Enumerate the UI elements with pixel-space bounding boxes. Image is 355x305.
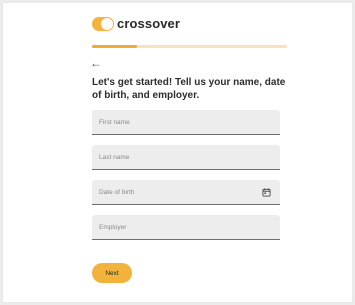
first-name-input[interactable]	[92, 110, 280, 134]
signup-card: crossover ← Let's get started! Tell us y…	[3, 3, 352, 302]
progress-fill	[92, 45, 137, 48]
progress-bar	[92, 45, 287, 48]
page-title: Let's get started! Tell us your name, da…	[92, 77, 286, 101]
employer-input[interactable]	[92, 215, 280, 239]
employer-field	[92, 215, 280, 240]
last-name-input[interactable]	[92, 145, 280, 169]
last-name-field	[92, 145, 280, 170]
date-of-birth-field	[92, 180, 280, 205]
back-arrow-icon[interactable]: ←	[90, 55, 102, 71]
brand-logo: crossover	[92, 16, 180, 31]
toggle-logo-icon	[92, 16, 114, 31]
next-button[interactable]: Next	[92, 263, 132, 283]
calendar-icon[interactable]	[262, 188, 271, 197]
brand-name: crossover	[117, 16, 181, 31]
first-name-field	[92, 110, 280, 135]
date-of-birth-input[interactable]	[92, 180, 280, 204]
toggle-knob	[101, 17, 113, 30]
